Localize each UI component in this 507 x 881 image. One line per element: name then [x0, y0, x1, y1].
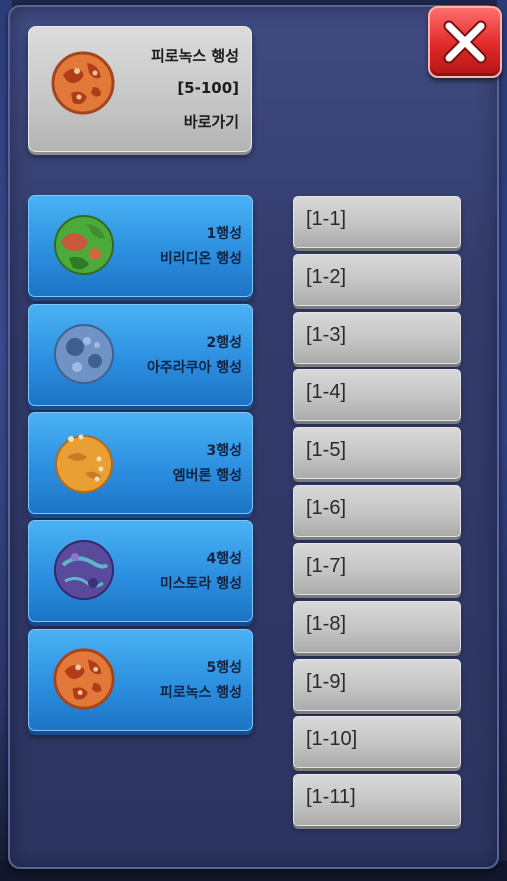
blue-planet-icon: [54, 324, 114, 384]
stage-label: [1-6]: [306, 497, 347, 519]
purple-planet-icon: [54, 540, 114, 600]
stage-button-1-7[interactable]: [1-7]: [293, 543, 461, 595]
stage-label: [1-1]: [306, 208, 347, 230]
planet-number-label: 4행성: [206, 551, 242, 567]
planet-button-1[interactable]: 1행성 비리디온 행성: [28, 195, 253, 297]
planet-button-5[interactable]: 5행성 피로녹스 행성: [28, 629, 253, 731]
planet-number-label: 3행성: [206, 443, 242, 459]
planet-button-4[interactable]: 4행성 미스토라 행성: [28, 520, 253, 622]
planet-number-label: 5행성: [206, 660, 242, 676]
stage-button-1-8[interactable]: [1-8]: [293, 601, 461, 653]
current-planet-range: [5-100]: [177, 79, 239, 97]
lava-planet-icon: [51, 51, 115, 115]
stage-button-1-5[interactable]: [1-5]: [293, 427, 461, 479]
stage-label: [1-9]: [306, 671, 347, 693]
stage-button-1-1[interactable]: [1-1]: [293, 196, 461, 248]
planet-button-3[interactable]: 3행성 엠버론 행성: [28, 412, 253, 514]
stage-button-1-9[interactable]: [1-9]: [293, 659, 461, 711]
planet-name-label: 아주라쿠아 행성: [146, 360, 242, 376]
stage-button-1-2[interactable]: [1-2]: [293, 254, 461, 306]
close-icon: [443, 20, 487, 64]
planet-name-label: 피로녹스 행성: [159, 685, 242, 701]
stage-button-1-6[interactable]: [1-6]: [293, 485, 461, 537]
stage-label: [1-4]: [306, 381, 347, 403]
close-button[interactable]: [428, 6, 502, 78]
stage-label: [1-8]: [306, 613, 347, 635]
planet-button-2[interactable]: 2행성 아주라쿠아 행성: [28, 304, 253, 406]
stage-label: [1-2]: [306, 266, 347, 288]
orange-planet-icon: [55, 434, 113, 493]
green-planet-icon: [54, 215, 114, 275]
current-planet-shortcut-card[interactable]: 피로녹스 행성 [5-100] 바로가기: [28, 26, 252, 152]
stage-button-1-3[interactable]: [1-3]: [293, 312, 461, 364]
stage-label: [1-11]: [306, 786, 356, 808]
stage-label: [1-10]: [306, 728, 358, 750]
stage-button-1-11[interactable]: [1-11]: [293, 774, 461, 826]
planet-name-label: 엠버론 행성: [172, 468, 242, 484]
shortcut-label: 바로가기: [183, 113, 239, 131]
planet-name-label: 비리디온 행성: [159, 251, 242, 267]
stage-label: [1-5]: [306, 439, 347, 461]
stage-button-1-10[interactable]: [1-10]: [293, 716, 461, 768]
planet-number-label: 2행성: [206, 335, 242, 351]
lava-planet-icon: [53, 648, 115, 710]
planet-name-label: 미스토라 행성: [159, 576, 242, 592]
current-planet-name: 피로녹스 행성: [150, 47, 239, 65]
stage-label: [1-3]: [306, 324, 347, 346]
stage-label: [1-7]: [306, 555, 347, 577]
stage-button-1-4[interactable]: [1-4]: [293, 369, 461, 421]
planet-number-label: 1행성: [206, 226, 242, 242]
